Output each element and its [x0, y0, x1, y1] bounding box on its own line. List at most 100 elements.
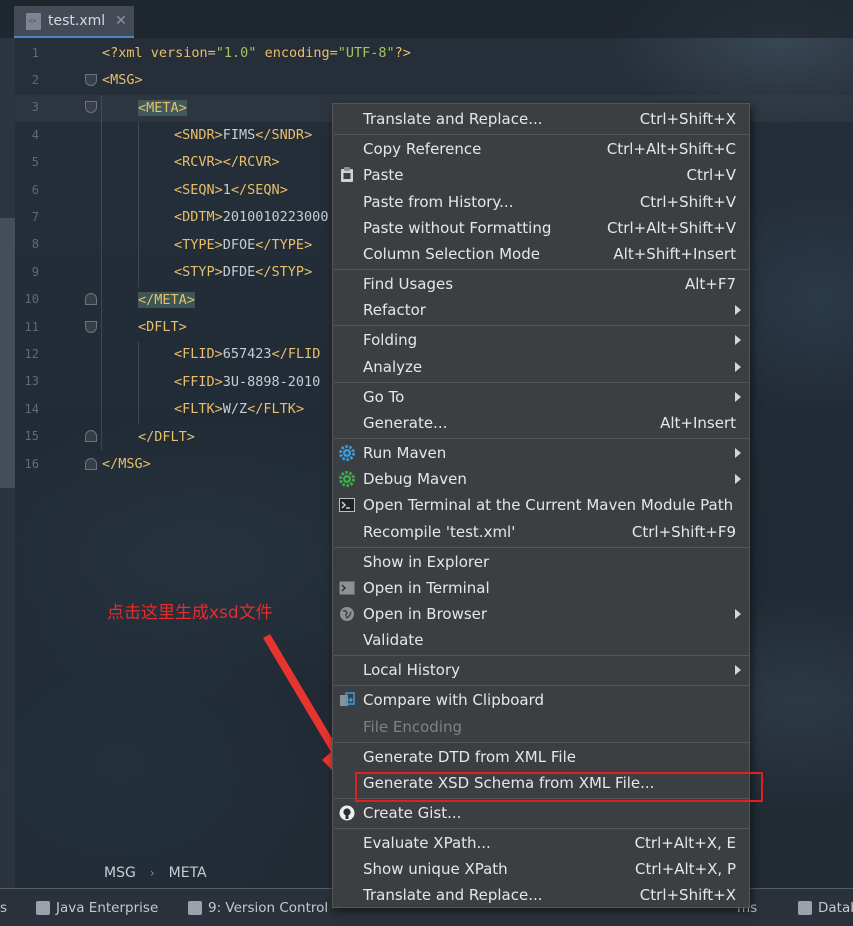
code-line-9[interactable]: <STYP>DFDE</STYP>: [174, 259, 312, 286]
code-line-2[interactable]: <MSG>: [102, 67, 143, 94]
menu-item-generate-dtd[interactable]: Generate DTD from XML File: [333, 744, 751, 770]
menu-item-find-usages[interactable]: Find Usages Alt+F7: [333, 271, 751, 297]
menu-item-label: Validate: [363, 631, 424, 649]
line-number: 15: [24, 429, 39, 443]
code-line-13[interactable]: <FFID>3U-8898-2010: [174, 369, 320, 396]
menu-item-label: Debug Maven: [363, 470, 467, 488]
tool-window-fragment[interactable]: s: [0, 889, 7, 926]
indent-guide: [138, 122, 139, 287]
tool-window-label: Java Enterprise: [56, 900, 159, 916]
tag-text: DFDE: [222, 264, 256, 280]
menu-item-local-history[interactable]: Local History: [333, 657, 751, 683]
line-number: 6: [31, 183, 39, 197]
attr-value: "UTF-8": [337, 45, 395, 61]
menu-item-analyze[interactable]: Analyze: [333, 354, 751, 380]
line-number: 2: [31, 73, 39, 87]
tool-window-version-control[interactable]: 9: Version Control: [188, 889, 328, 926]
menu-item-copy-reference[interactable]: Copy Reference Ctrl+Alt+Shift+C: [333, 136, 751, 162]
menu-item-show-in-explorer[interactable]: Show in Explorer: [333, 549, 751, 575]
xml-tag: <STYP>: [174, 264, 223, 280]
menu-item-open-in-terminal[interactable]: Open in Terminal: [333, 575, 751, 601]
submenu-arrow-icon: [735, 392, 741, 402]
line-number: 14: [24, 402, 39, 416]
tag-text: 1: [222, 182, 231, 198]
code-line-10[interactable]: </META>: [138, 287, 195, 314]
menu-item-refactor[interactable]: Refactor: [333, 297, 751, 323]
tool-window-database[interactable]: Datab: [798, 889, 853, 926]
code-line-5[interactable]: <RCVR></RCVR>: [174, 149, 280, 176]
breadcrumb-item-msg[interactable]: MSG: [104, 865, 136, 881]
xml-tag: </RCVR>: [222, 154, 280, 170]
xml-tag: </META>: [138, 292, 195, 308]
menu-item-translate-replace-bottom[interactable]: Translate and Replace... Ctrl+Shift+X: [333, 882, 751, 908]
fold-toggle-icon[interactable]: [85, 74, 97, 86]
code-line-11[interactable]: <DFLT>: [138, 314, 187, 341]
line-number: 9: [31, 265, 39, 279]
code-line-14[interactable]: <FLTK>W/Z</FLTK>: [174, 396, 304, 423]
fold-toggle-icon[interactable]: [85, 430, 97, 442]
menu-item-show-unique-xpath[interactable]: Show unique XPath Ctrl+Alt+X, P: [333, 856, 751, 882]
menu-separator: [334, 547, 750, 548]
menu-item-generate[interactable]: Generate... Alt+Insert: [333, 410, 751, 436]
menu-item-open-terminal-maven[interactable]: Open Terminal at the Current Maven Modul…: [333, 492, 751, 518]
attr-name: encoding=: [256, 45, 338, 61]
menu-item-paste-without-formatting[interactable]: Paste without Formatting Ctrl+Alt+Shift+V: [333, 215, 751, 241]
code-line-8[interactable]: <TYPE>DFOE</TYPE>: [174, 232, 312, 259]
menu-item-evaluate-xpath[interactable]: Evaluate XPath... Ctrl+Alt+X, E: [333, 830, 751, 856]
breadcrumb: MSG › META: [15, 860, 335, 886]
menu-item-compare-with-clipboard[interactable]: Compare with Clipboard: [333, 687, 751, 713]
scroll-indicator[interactable]: [0, 218, 15, 488]
line-number: 16: [24, 457, 39, 471]
fold-toggle-icon[interactable]: [85, 293, 97, 305]
menu-item-label: Paste from History...: [363, 193, 514, 211]
code-line-16[interactable]: </MSG>: [102, 451, 151, 478]
tool-window-java-enterprise[interactable]: Java Enterprise: [36, 889, 158, 926]
menu-item-validate[interactable]: Validate: [333, 627, 751, 653]
xml-tag: </FLID: [271, 346, 321, 362]
menu-item-go-to[interactable]: Go To: [333, 384, 751, 410]
menu-item-shortcut: Ctrl+Shift+V: [639, 193, 736, 211]
menu-item-label: Evaluate XPath...: [363, 834, 491, 852]
menu-item-translate-replace[interactable]: Translate and Replace... Ctrl+Shift+X: [333, 106, 751, 132]
menu-item-label: Show in Explorer: [363, 553, 490, 571]
fold-toggle-icon[interactable]: [85, 101, 97, 113]
xml-tag: </TYPE>: [255, 237, 313, 253]
xml-tag: <RCVR>: [174, 154, 223, 170]
menu-item-paste[interactable]: Paste Ctrl+V: [333, 162, 751, 188]
fold-toggle-icon[interactable]: [85, 321, 97, 333]
menu-item-shortcut: Alt+F7: [684, 275, 736, 293]
menu-item-recompile[interactable]: Recompile 'test.xml' Ctrl+Shift+F9: [333, 519, 751, 545]
menu-separator: [334, 269, 750, 270]
menu-item-open-in-browser[interactable]: Open in Browser: [333, 601, 751, 627]
line-number: 3: [31, 100, 39, 114]
compare-icon: [339, 692, 355, 708]
code-line-4[interactable]: <SNDR>FIMS</SNDR>: [174, 122, 312, 149]
database-icon: [798, 901, 812, 915]
breadcrumb-item-meta[interactable]: META: [169, 865, 207, 881]
menu-item-folding[interactable]: Folding: [333, 327, 751, 353]
close-icon[interactable]: ✕: [115, 13, 127, 29]
menu-separator: [334, 438, 750, 439]
menu-item-shortcut: Ctrl+Shift+X: [639, 110, 736, 128]
code-line-15[interactable]: </DFLT>: [138, 424, 195, 451]
menu-item-column-selection-mode[interactable]: Column Selection Mode Alt+Shift+Insert: [333, 241, 751, 267]
menu-item-run-maven[interactable]: Run Maven: [333, 440, 751, 466]
xml-declaration: <?xml version=: [102, 45, 216, 61]
menu-item-label: Analyze: [363, 358, 423, 376]
line-number: 4: [31, 128, 39, 142]
menu-item-create-gist[interactable]: Create Gist...: [333, 800, 751, 826]
menu-item-debug-maven[interactable]: Debug Maven: [333, 466, 751, 492]
code-line-12[interactable]: <FLID>657423</FLID: [174, 341, 320, 368]
submenu-arrow-icon: [735, 362, 741, 372]
code-line-1[interactable]: <?xml version="1.0" encoding="UTF-8"?>: [102, 40, 411, 67]
code-line-6[interactable]: <SEQN>1</SEQN>: [174, 177, 288, 204]
xml-tag: <FLID>: [174, 346, 223, 362]
submenu-arrow-icon: [735, 335, 741, 345]
menu-item-label: Translate and Replace...: [363, 110, 543, 128]
code-line-7[interactable]: <DDTM>2010010223000: [174, 204, 328, 231]
tab-test-xml[interactable]: test.xml ✕: [14, 6, 134, 38]
code-line-3[interactable]: <META>: [138, 95, 187, 122]
menu-item-paste-from-history[interactable]: Paste from History... Ctrl+Shift+V: [333, 189, 751, 215]
menu-item-label: Copy Reference: [363, 140, 482, 158]
fold-toggle-icon[interactable]: [85, 458, 97, 470]
